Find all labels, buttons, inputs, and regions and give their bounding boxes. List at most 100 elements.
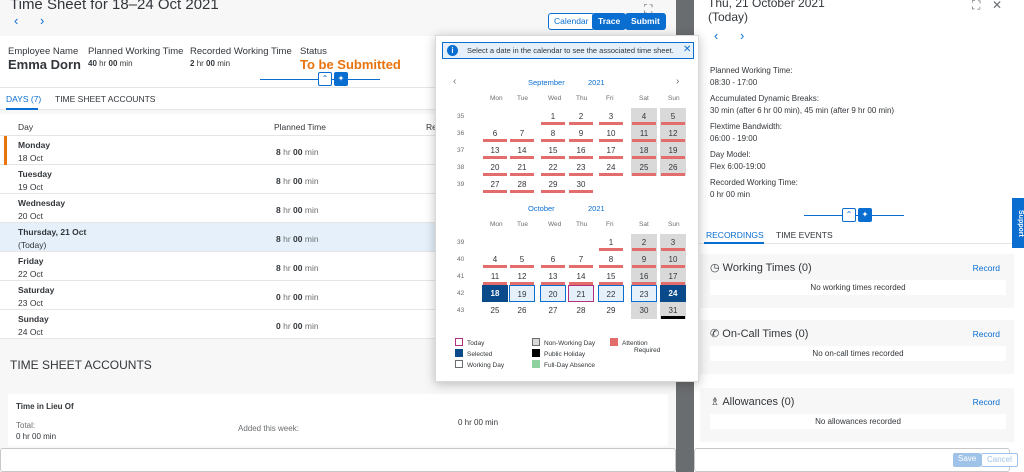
calendar-day[interactable]: 8	[540, 125, 566, 142]
close-icon[interactable]: ✕	[992, 0, 1002, 12]
calendar-day[interactable]: 20	[482, 159, 508, 176]
calendar-day[interactable]: 21	[509, 159, 535, 176]
day-date: 24 Oct	[18, 327, 44, 337]
fullscreen-icon[interactable]: ⛶	[972, 0, 980, 13]
calendar-day[interactable]: 13	[540, 268, 566, 285]
calendar-day[interactable]: 24	[598, 159, 624, 176]
calendar-day[interactable]: 3	[660, 234, 686, 251]
month-label[interactable]: September	[528, 78, 565, 87]
calendar-day[interactable]: 28	[509, 176, 535, 193]
calendar-day[interactable]: 17	[598, 142, 624, 159]
calendar-day[interactable]: 31	[660, 302, 686, 319]
calendar-day[interactable]: 12	[509, 268, 535, 285]
calendar-day[interactable]: 25	[631, 159, 657, 176]
recorded-label: Recorded Working Time	[190, 46, 292, 57]
calendar-day[interactable]: 21	[568, 285, 594, 302]
calendar-day[interactable]: 29	[540, 176, 566, 193]
calendar-day[interactable]: 26	[660, 159, 686, 176]
collapse-header-icon[interactable]: ⌃	[318, 72, 332, 86]
pin-header-icon[interactable]: ✦	[858, 208, 872, 222]
calendar-day[interactable]: 4	[482, 251, 508, 268]
support-tab[interactable]: Support	[1012, 198, 1024, 248]
calendar-day[interactable]: 14	[568, 268, 594, 285]
calendar-day[interactable]: 25	[482, 302, 508, 319]
calendar-day[interactable]: 23	[631, 285, 657, 302]
submit-button[interactable]: Submit	[625, 13, 666, 30]
calendar-day[interactable]: 22	[540, 159, 566, 176]
weekday-header: Fri	[606, 221, 614, 228]
calendar-day[interactable]: 10	[660, 251, 686, 268]
calendar-day[interactable]: 7	[568, 251, 594, 268]
close-icon[interactable]: ✕	[683, 44, 691, 55]
trace-button[interactable]: Trace	[592, 13, 627, 30]
calendar-day[interactable]: 1	[598, 234, 624, 251]
tab-days[interactable]: DAYS (7)	[6, 94, 41, 104]
calendar-day[interactable]: 15	[540, 142, 566, 159]
calendar-day[interactable]: 8	[598, 251, 624, 268]
previous-month-icon[interactable]: ‹	[453, 76, 456, 87]
calendar-day[interactable]: 29	[598, 302, 624, 319]
record-link[interactable]: Record	[973, 397, 1000, 407]
calendar-day[interactable]: 22	[598, 285, 624, 302]
calendar-day[interactable]: 2	[631, 234, 657, 251]
calendar-day[interactable]: 17	[660, 268, 686, 285]
calendar-day[interactable]: 30	[631, 302, 657, 319]
calendar-day[interactable]: 9	[568, 125, 594, 142]
record-link[interactable]: Record	[973, 329, 1000, 339]
calendar-day[interactable]: 19	[509, 285, 535, 302]
calendar-day[interactable]: 20	[540, 285, 566, 302]
cancel-button[interactable]: Cancel	[981, 453, 1018, 467]
calendar-day[interactable]: 11	[482, 268, 508, 285]
calendar-day[interactable]: 27	[540, 302, 566, 319]
next-week-icon[interactable]: ›	[40, 13, 44, 28]
day-date: (Today)	[18, 240, 47, 250]
calendar-day[interactable]: 5	[509, 251, 535, 268]
current-row-marker	[4, 136, 7, 165]
year-label[interactable]: 2021	[588, 78, 605, 87]
year-label[interactable]: 2021	[588, 204, 605, 213]
calendar-day[interactable]: 28	[568, 302, 594, 319]
calendar-day[interactable]: 6	[482, 125, 508, 142]
calendar-day[interactable]: 4	[631, 108, 657, 125]
calendar-day[interactable]: 27	[482, 176, 508, 193]
tab-time-sheet-accounts[interactable]: TIME SHEET ACCOUNTS	[55, 94, 155, 104]
calendar-day[interactable]: 2	[568, 108, 594, 125]
weekday-header: Sat	[639, 221, 649, 228]
legend-selected: Selected	[455, 349, 492, 358]
calendar-day[interactable]: 12	[660, 125, 686, 142]
previous-day-icon[interactable]: ‹	[714, 28, 718, 43]
calendar-day[interactable]: 16	[631, 268, 657, 285]
calendar-day[interactable]: 1	[540, 108, 566, 125]
calendar-day[interactable]: 10	[598, 125, 624, 142]
save-button[interactable]: Save	[953, 453, 982, 467]
calendar-day[interactable]: 23	[568, 159, 594, 176]
calendar-button[interactable]: Calendar	[548, 13, 595, 30]
next-month-icon[interactable]: ›	[676, 76, 679, 87]
pin-header-icon[interactable]: ✦	[334, 72, 348, 86]
calendar-day[interactable]: 19	[660, 142, 686, 159]
calendar-day[interactable]: 9	[631, 251, 657, 268]
calendar-day[interactable]: 7	[509, 125, 535, 142]
calendar-day[interactable]: 26	[509, 302, 535, 319]
calendar-day[interactable]: 18	[631, 142, 657, 159]
next-day-icon[interactable]: ›	[740, 28, 744, 43]
collapse-header-icon[interactable]: ⌃	[842, 208, 856, 222]
record-link[interactable]: Record	[973, 263, 1000, 273]
calendar-day[interactable]: 18	[482, 285, 508, 302]
calendar-day[interactable]: 3	[598, 108, 624, 125]
calendar-day[interactable]: 16	[568, 142, 594, 159]
calendar-day[interactable]: 15	[598, 268, 624, 285]
calendar-day[interactable]: 30	[568, 176, 594, 193]
weekday-header: Sun	[668, 221, 680, 228]
calendar-day[interactable]: 11	[631, 125, 657, 142]
calendar-day[interactable]: 24	[660, 285, 686, 302]
day-name: Wednesday	[18, 198, 66, 208]
calendar-day[interactable]: 13	[482, 142, 508, 159]
calendar-day[interactable]: 6	[540, 251, 566, 268]
tab-recordings[interactable]: RECORDINGS	[706, 230, 764, 240]
previous-week-icon[interactable]: ‹	[14, 13, 18, 28]
month-label[interactable]: October	[528, 204, 555, 213]
calendar-day[interactable]: 14	[509, 142, 535, 159]
tab-time-events[interactable]: TIME EVENTS	[776, 230, 833, 240]
calendar-day[interactable]: 5	[660, 108, 686, 125]
